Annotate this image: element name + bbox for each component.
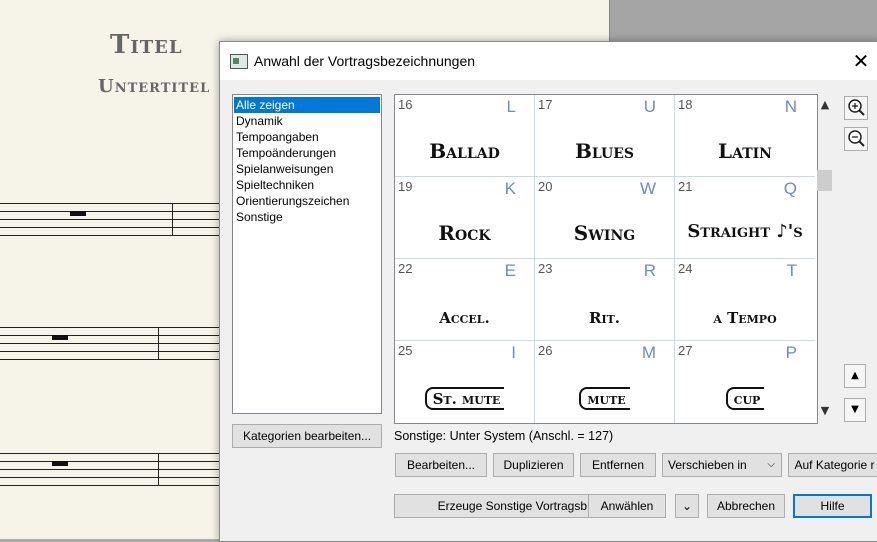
expression-cell[interactable]: 16 L Ballad [395, 95, 535, 177]
edit-button[interactable]: Bearbeiten... [395, 453, 487, 477]
to-category-button[interactable]: Auf Kategorie r [788, 453, 877, 477]
cell-expression: Swing [573, 221, 636, 245]
category-item-tempo-marks[interactable]: Tempoangaben [234, 129, 380, 145]
expression-grid[interactable]: 16 L Ballad 17 U Blues 18 N Latin 19 K R… [394, 94, 818, 424]
cell-number: 27 [678, 343, 693, 358]
staff-system [0, 327, 225, 360]
expression-cell[interactable]: 26 M mute [535, 341, 675, 423]
cell-number: 20 [538, 179, 553, 194]
chevron-down-icon: ⌵ [767, 459, 775, 470]
scroll-thumb[interactable] [817, 170, 832, 191]
expression-cell[interactable]: 22 E Accel. [395, 259, 535, 341]
staff-system [0, 453, 225, 486]
cell-shortcut: P [785, 343, 797, 362]
cell-number: 23 [538, 261, 553, 276]
cell-expression: St. mute [395, 387, 534, 410]
expression-cell[interactable]: 24 T a Tempo [675, 259, 815, 341]
expression-cell[interactable]: 23 R Rit. [535, 259, 675, 341]
cell-expression: cup [675, 387, 815, 410]
expression-cell[interactable]: 21 Q Straight ♪'s [675, 177, 815, 259]
dialog-titlebar[interactable]: Anwahl der Vortragsbezeichnungen ✕ [220, 42, 877, 80]
cell-number: 17 [538, 97, 553, 112]
remove-button[interactable]: Entfernen [580, 453, 656, 477]
expression-cell[interactable]: 18 N Latin [675, 95, 815, 177]
category-item-misc[interactable]: Sonstige [234, 209, 380, 225]
category-item-expressive-text[interactable]: Spielanweisungen [234, 161, 380, 177]
cancel-button[interactable]: Abbrechen [707, 494, 785, 518]
triangle-down-icon: ▼ [851, 404, 859, 415]
category-item-dynamics[interactable]: Dynamik [234, 113, 380, 129]
cell-expression: a Tempo [713, 309, 777, 327]
select-button[interactable]: Anwählen [588, 494, 666, 518]
category-item-tempo-alterations[interactable]: Tempoänderungen [234, 145, 380, 161]
cell-shortcut: Q [783, 179, 797, 198]
close-button[interactable]: ✕ [848, 48, 874, 74]
score-title: Titel [110, 30, 183, 60]
chevron-down-icon: ⌄ [681, 499, 693, 513]
cell-shortcut: N [784, 97, 797, 116]
duplicate-button[interactable]: Duplizieren [493, 453, 574, 477]
cell-expression: Latin [718, 139, 772, 163]
cell-expression: Ballad [429, 139, 500, 163]
whole-rest [52, 335, 68, 340]
cell-shortcut: L [506, 97, 516, 116]
cell-number: 21 [678, 179, 693, 194]
cell-expression: mute [535, 387, 674, 410]
move-up-button[interactable]: ▲ [844, 364, 866, 388]
move-down-button[interactable]: ▼ [844, 398, 866, 422]
dialog-title: Anwahl der Vortragsbezeichnungen [254, 53, 476, 69]
scroll-down-arrow[interactable]: ▼ [818, 404, 832, 418]
cell-number: 22 [398, 261, 413, 276]
cell-expression: Rock [438, 221, 491, 245]
category-item-all[interactable]: Alle zeigen [234, 97, 380, 113]
zoom-out-button[interactable] [844, 127, 868, 151]
cell-expression: Blues [575, 139, 634, 163]
select-options-dropdown[interactable]: ⌄ [675, 494, 699, 518]
cell-shortcut: M [641, 343, 656, 362]
scroll-up-arrow[interactable]: ▲ [818, 98, 832, 112]
cell-number: 19 [398, 179, 413, 194]
cell-expression: Rit. [588, 309, 621, 327]
cell-shortcut: E [504, 261, 516, 280]
cell-expression: Accel. [439, 309, 490, 327]
expression-cell[interactable]: 20 W Swing [535, 177, 675, 259]
expression-selection-dialog: Anwahl der Vortragsbezeichnungen ✕ Alle … [219, 41, 877, 542]
cell-number: 25 [398, 343, 413, 358]
create-misc-expression-button[interactable]: Erzeuge Sonstige Vortragsb [394, 494, 590, 518]
expression-cell[interactable]: 19 K Rock [395, 177, 535, 259]
cell-number: 16 [398, 97, 413, 112]
help-button[interactable]: Hilfe [793, 494, 872, 518]
category-item-technique-text[interactable]: Spieltechniken [234, 177, 380, 193]
grid-scrollbar[interactable]: ▲ ▼ [816, 94, 834, 422]
cell-shortcut: U [643, 97, 656, 116]
zoom-in-button[interactable] [844, 96, 868, 120]
cell-number: 24 [678, 261, 693, 276]
category-list[interactable]: Alle zeigen Dynamik Tempoangaben Tempoän… [232, 94, 382, 414]
zoom-in-icon [848, 99, 865, 116]
score-subtitle: Untertitel [98, 76, 211, 97]
app-icon [230, 54, 248, 69]
category-item-rehearsal-marks[interactable]: Orientierungszeichen [234, 193, 380, 209]
move-to-dropdown[interactable]: Verschieben in ⌵ [662, 453, 782, 477]
move-to-label: Verschieben in [668, 458, 747, 472]
zoom-out-icon [848, 130, 865, 147]
edit-categories-button[interactable]: Kategorien bearbeiten... [232, 424, 382, 448]
cell-shortcut: T [786, 261, 797, 280]
cell-shortcut: W [639, 179, 656, 198]
cell-shortcut: K [504, 179, 516, 198]
expression-cell[interactable]: 25 I St. mute [395, 341, 535, 423]
cell-expression: Straight ♪'s [687, 221, 803, 242]
expression-cell[interactable]: 27 P cup [675, 341, 815, 423]
whole-rest [70, 211, 86, 216]
cell-shortcut: I [511, 343, 516, 362]
status-text: Sonstige: Unter System (Anschl. = 127) [394, 429, 614, 443]
whole-rest [52, 461, 68, 466]
cell-number: 18 [678, 97, 693, 112]
triangle-up-icon: ▲ [851, 370, 859, 381]
cell-number: 26 [538, 343, 553, 358]
staff-system [0, 203, 225, 236]
cell-shortcut: R [643, 261, 656, 280]
expression-cell[interactable]: 17 U Blues [535, 95, 675, 177]
